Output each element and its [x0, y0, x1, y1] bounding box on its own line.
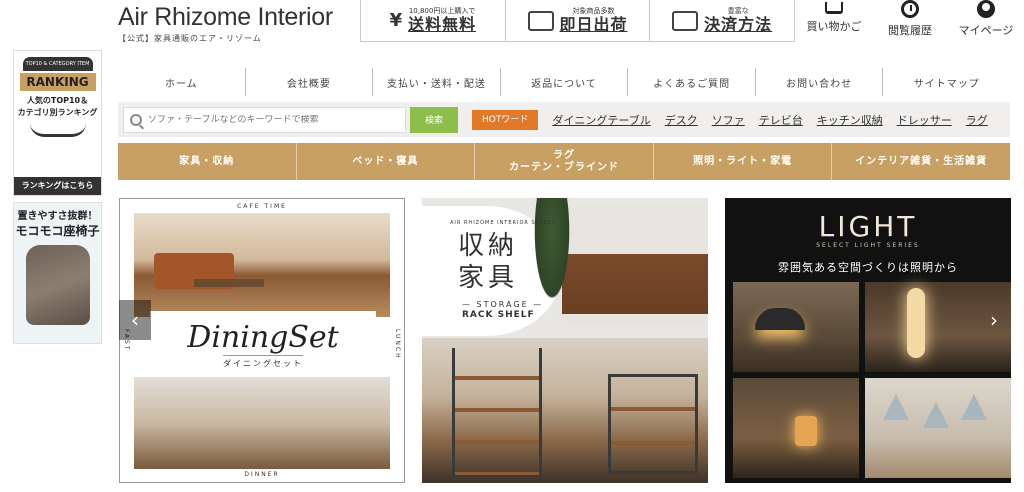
dining-subtitle: ダイニングセット [223, 354, 303, 369]
search-input[interactable] [148, 114, 388, 125]
hot-word-link[interactable]: デスク [665, 112, 698, 128]
search-button[interactable]: 検索 [410, 106, 458, 133]
dining-title-box: DiningSet ダイニングセット [150, 311, 376, 377]
banner-top-text: CAFE TIME [237, 203, 287, 210]
plant-shape [532, 198, 572, 308]
search-field[interactable] [123, 106, 406, 133]
site-logo[interactable]: Air Rhizome Interior 【公式】家具通販のエア・リゾーム [118, 2, 348, 44]
light-photo-4 [865, 378, 1011, 478]
truck-icon [527, 10, 554, 31]
storage-title-line1: 収納 [458, 231, 519, 261]
category-rug-curtain[interactable]: ラグ カーテン・ブラインド [475, 143, 654, 180]
hot-word-link[interactable]: ソファ [712, 112, 745, 128]
hot-word-link[interactable]: ダイニングテーブル [552, 112, 650, 128]
dining-photo-top [134, 213, 390, 317]
category-bar: 家具・収納 ベッド・寝具 ラグ カーテン・ブラインド 照明・ライト・家電 インテ… [118, 143, 1010, 180]
storage-title-line2: 家具 [458, 263, 519, 293]
left-sidebar: TOP10 & CATEGORY ITEM RANKING 人気のTOP10＆ … [13, 50, 102, 344]
history-link[interactable]: 閲覧履歴 [880, 0, 940, 38]
hot-word-link[interactable]: テレビ台 [759, 112, 803, 128]
ranking-button[interactable]: ランキングはこちら [14, 177, 101, 195]
category-goods[interactable]: インテリア雑貨・生活雑貨 [832, 143, 1010, 180]
ranking-banner[interactable]: TOP10 & CATEGORY ITEM RANKING 人気のTOP10＆ … [13, 50, 102, 196]
category-lighting[interactable]: 照明・ライト・家電 [654, 143, 833, 180]
light-series: SELECT LIGHT SERIES [816, 242, 920, 249]
storage-series: AIR RHIZOME INTERIOR SELECT [450, 220, 557, 226]
ranking-desc-2: カテゴリ別ランキング [17, 108, 98, 117]
hot-words: ダイニングテーブル デスク ソファ テレビ台 キッチン収納 ドレッサー ラグ [552, 112, 987, 128]
yen-icon: ¥ [389, 10, 403, 31]
promo-big: 決済方法 [704, 15, 773, 34]
promo-big: 送料無料 [408, 15, 477, 34]
logo-title: Air Rhizome Interior [118, 3, 333, 31]
storage-title: 収納 家具 [458, 230, 518, 294]
promo-payment[interactable]: 豊富な 決済方法 [650, 0, 794, 41]
hot-word-link[interactable]: ドレッサー [897, 112, 952, 128]
nav-company[interactable]: 会社概要 [246, 68, 374, 96]
ranking-desc-1: 人気のTOP10＆ [26, 96, 89, 105]
wallet-icon [672, 10, 699, 31]
laurel-icon [29, 123, 86, 137]
main-nav: ホーム 会社概要 支払い・送料・配送 返品について よくあるご質問 お問い合わせ… [118, 68, 1010, 96]
slider-prev-button[interactable]: ‹ [119, 300, 151, 340]
light-banner[interactable]: LIGHT SELECT LIGHT SERIES 雰囲気ある空間づくりは照明か… [725, 198, 1011, 483]
dining-set-banner[interactable]: CAFE TIME FAST LUNCH DiningSet ダイニングセット … [119, 198, 405, 483]
dining-photo-bottom [134, 377, 390, 469]
slider-next-button[interactable]: › [978, 300, 1010, 340]
mypage-link[interactable]: マイページ [956, 0, 1016, 38]
nav-home[interactable]: ホーム [118, 68, 246, 96]
ranking-badge: TOP10 & CATEGORY ITEM [22, 57, 93, 71]
promo-free-shipping[interactable]: ¥ 10,800円以上購入で 送料無料 [361, 0, 506, 41]
cart-link[interactable]: 買い物かご [804, 0, 864, 38]
chair-banner[interactable]: 置きやすさ抜群！ モコモコ座椅子 [13, 202, 102, 344]
hot-word-tag: HOTワード [472, 109, 539, 130]
storage-en1: — STORAGE — [462, 300, 544, 309]
shelf-shape [452, 348, 542, 478]
header-links: 買い物かご 閲覧履歴 マイページ [804, 0, 1016, 38]
mypage-label: マイページ [958, 24, 1014, 37]
ranking-title: RANKING [19, 73, 96, 91]
nav-payment[interactable]: 支払い・送料・配送 [373, 68, 501, 96]
search-bar: 検索 HOTワード ダイニングテーブル デスク ソファ テレビ台 キッチン収納 … [118, 102, 1010, 137]
cart-label: 買い物かご [806, 20, 862, 33]
nav-contact[interactable]: お問い合わせ [756, 68, 884, 96]
nav-faq[interactable]: よくあるご質問 [628, 68, 756, 96]
chair-title: モコモコ座椅子 [15, 224, 100, 238]
banner-side-text: LUNCH [394, 329, 401, 360]
floor-lamp-shape [907, 288, 925, 358]
storage-en2: RACK SHELF [462, 310, 535, 320]
promo-strip: ¥ 10,800円以上購入で 送料無料 対象商品多数 即日出荷 豊富な 決済方法 [360, 0, 795, 42]
table-shape [194, 279, 264, 287]
promo-small: 豊富な [727, 7, 749, 15]
chair-image [25, 245, 90, 325]
hot-word-link[interactable]: ラグ [966, 112, 988, 128]
cart-icon [825, 2, 843, 14]
logo-subtitle: 【公式】家具通販のエア・リゾーム [118, 34, 262, 43]
shelf-shape [608, 374, 698, 474]
promo-small: 10,800円以上購入で [408, 7, 476, 15]
candle-shape [795, 416, 817, 446]
banner-bottom-text: DINNER [244, 471, 280, 478]
chair-tagline: 置きやすさ抜群！ [17, 211, 98, 222]
dining-title: DiningSet [187, 319, 339, 355]
storage-photo-top [562, 206, 708, 326]
category-furniture[interactable]: 家具・収納 [118, 143, 297, 180]
user-icon [977, 0, 995, 18]
category-bed[interactable]: ベッド・寝具 [297, 143, 476, 180]
history-label: 閲覧履歴 [888, 24, 932, 37]
nav-sitemap[interactable]: サイトマップ [883, 68, 1010, 96]
promo-small: 対象商品多数 [572, 7, 615, 15]
nav-returns[interactable]: 返品について [501, 68, 629, 96]
promo-big: 即日出荷 [559, 15, 628, 34]
clock-icon [901, 0, 919, 18]
light-subtitle: 雰囲気ある空間づくりは照明から [778, 261, 958, 274]
promo-same-day[interactable]: 対象商品多数 即日出荷 [506, 0, 651, 41]
search-icon [130, 113, 142, 126]
light-title: LIGHT [818, 210, 918, 243]
hot-word-link[interactable]: キッチン収納 [817, 112, 883, 128]
storage-banner[interactable]: AIR RHIZOME INTERIOR SELECT 収納 家具 — STOR… [422, 198, 708, 483]
